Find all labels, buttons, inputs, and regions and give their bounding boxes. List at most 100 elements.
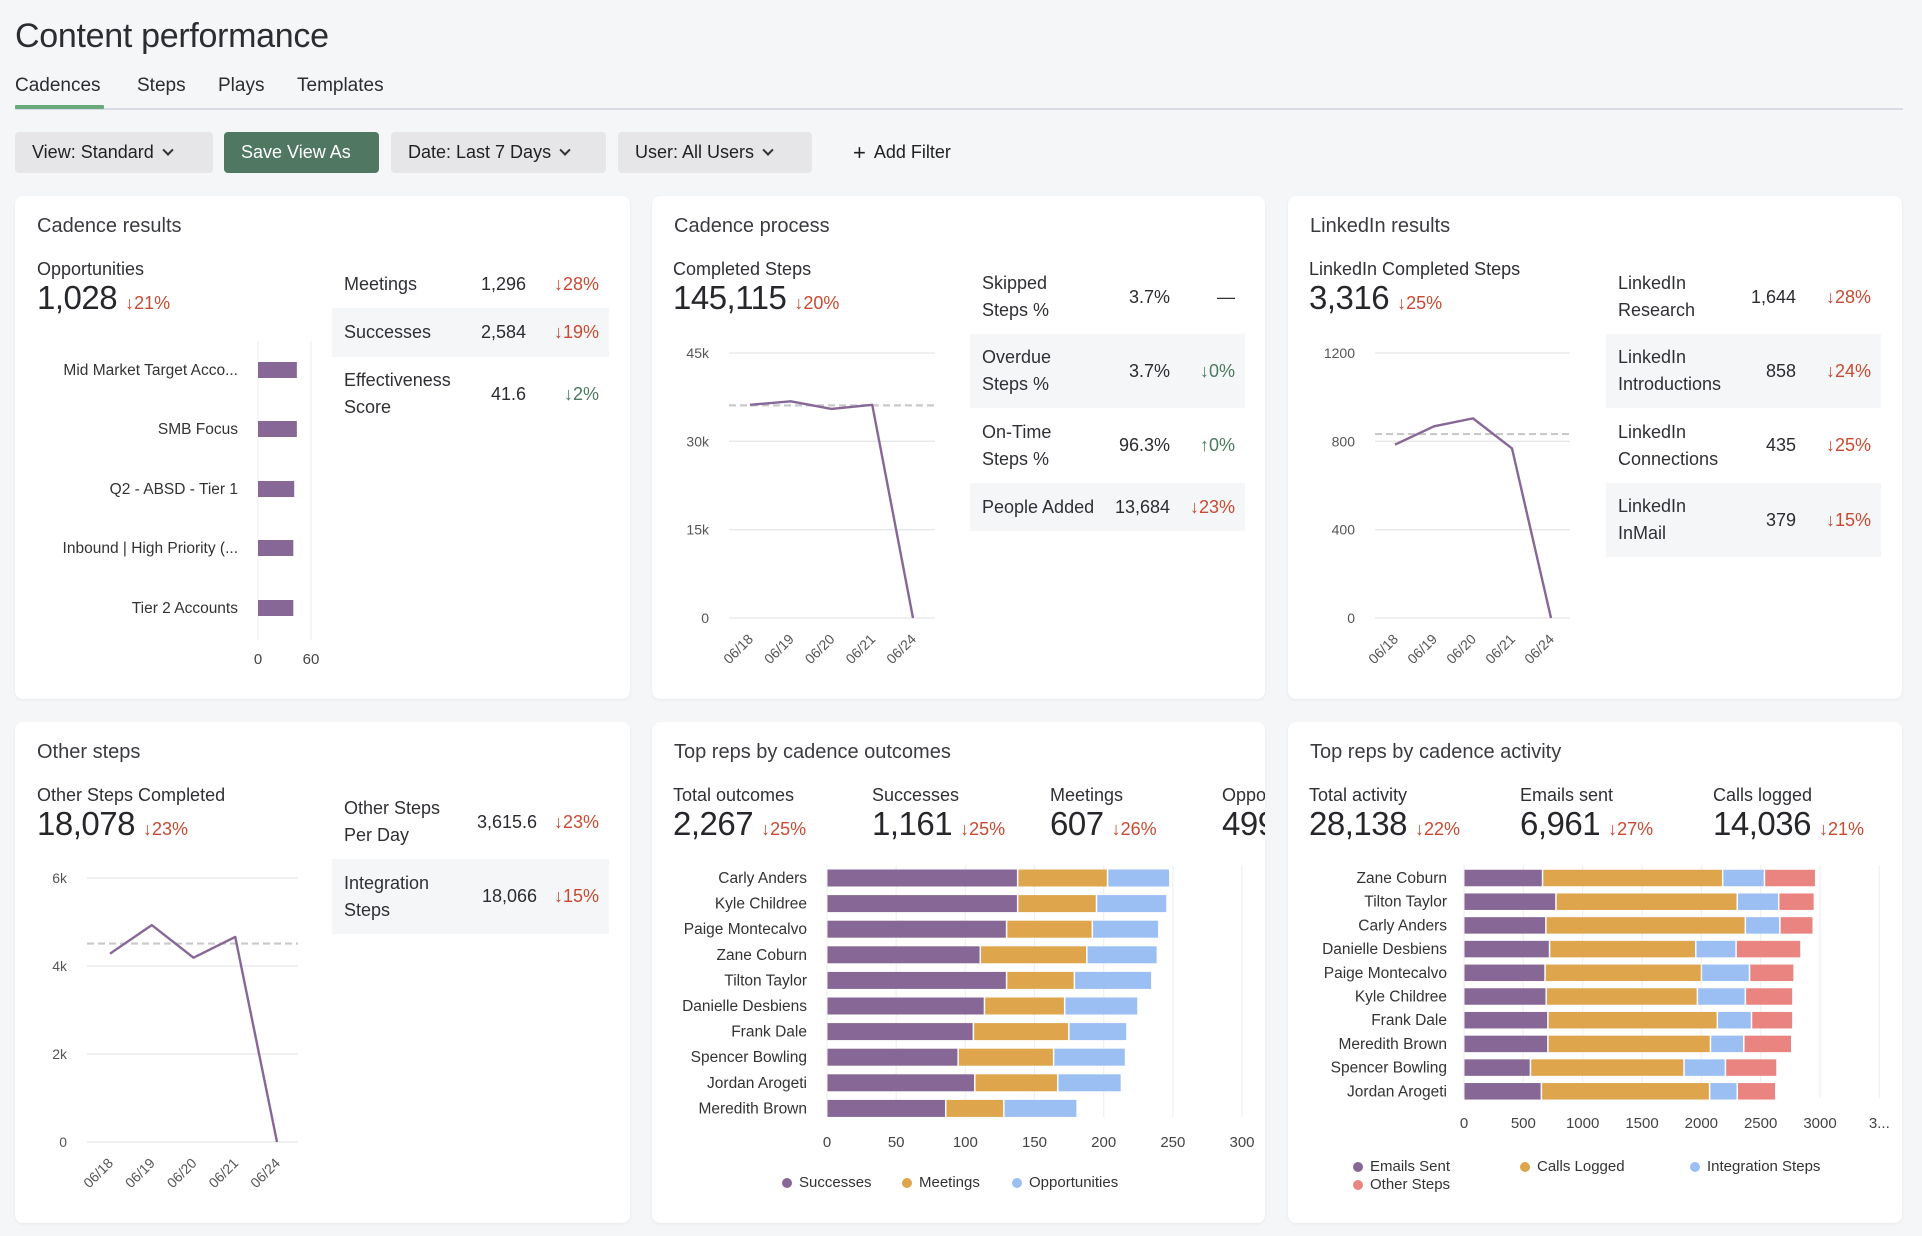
category-label: Frank Dale: [731, 1024, 807, 1041]
bar-segment: [1750, 964, 1794, 982]
bar-segment: [1736, 940, 1801, 958]
bar-segment: [1097, 895, 1167, 913]
bar-segment: [1531, 1059, 1684, 1076]
bar-segment: [1684, 1059, 1725, 1076]
series-line: [749, 400, 915, 619]
metric-row: LinkedIn Introductions 858 ↓24%: [1606, 334, 1881, 408]
legend-item[interactable]: Successes: [782, 1174, 872, 1191]
tab-cadences[interactable]: Cadences: [15, 75, 101, 97]
bar-segment: [1004, 1099, 1077, 1117]
category-label: Tilton Taylor: [724, 972, 807, 989]
metric-row: Skipped Steps % 3.7% —: [970, 260, 1245, 334]
metrics-table: Skipped Steps % 3.7% — Overdue Steps % 3.7% ↓…: [970, 260, 1245, 531]
legend-swatch-icon: [1353, 1179, 1363, 1190]
x-tick-label: 150: [1022, 1134, 1047, 1151]
date-dropdown-label: Date: Last 7 Days: [408, 142, 552, 162]
y-tick-label: 30k: [686, 433, 710, 449]
category-label: Mid Market Target Acco...: [63, 362, 238, 379]
x-tick-label: 1000: [1566, 1115, 1599, 1132]
legend-item[interactable]: Integration Steps: [1690, 1158, 1820, 1175]
category-label: Danielle Desbiens: [682, 998, 807, 1015]
legend-item[interactable]: Meetings: [902, 1174, 980, 1191]
date-dropdown[interactable]: Date: Last 7 Days: [391, 132, 606, 173]
legend-item[interactable]: Opportunities: [1012, 1174, 1118, 1191]
metric-value: 379: [1765, 509, 1796, 530]
legend-item[interactable]: Emails Sent: [1353, 1158, 1450, 1175]
y-tick-label: 0: [701, 610, 709, 626]
bar-segment: [1464, 893, 1556, 910]
y-tick-label: 45k: [686, 345, 710, 361]
bar-segment: [1075, 971, 1152, 989]
bar-segment: [1464, 964, 1545, 982]
bar-segment: [1746, 917, 1780, 934]
card-top-reps-activity: Top reps by cadence activity Total activ…: [1288, 722, 1902, 1223]
metric-value: 3.7%: [1128, 286, 1170, 307]
legend-label: Opportunities: [1029, 1174, 1119, 1191]
metric-row: LinkedIn InMail 379 ↓15%: [1606, 483, 1881, 557]
user-dropdown[interactable]: User: All Users: [618, 132, 812, 173]
metric-delta: ↓0%: [1199, 360, 1235, 381]
activity-stacked-bar-chart: 0 500 1000 1500 2000 2500 3000 3... Zane Coburn T…: [1322, 865, 1890, 1132]
legend-item[interactable]: Other Steps: [1353, 1176, 1450, 1193]
bar-segment: [1738, 893, 1778, 910]
bar-segment: [1546, 988, 1697, 1005]
bar-segment: [1018, 895, 1096, 913]
bar-segment: [827, 946, 980, 964]
bar-segment: [1548, 1035, 1710, 1053]
x-tick-label: 06/24: [883, 631, 919, 667]
category-label: Meredith Brown: [698, 1100, 807, 1117]
card-other-steps: Other steps Other Steps Completed 18,078…: [15, 722, 630, 1223]
bar-segment: [1007, 920, 1092, 938]
metric-delta: ↓23%: [1189, 496, 1235, 517]
bar-segment: [1702, 964, 1749, 982]
metric-label: People Added: [982, 496, 1095, 517]
category-label: Tilton Taylor: [1364, 894, 1447, 911]
metric-label: Overdue Steps %: [982, 347, 1052, 394]
x-tick-label: 06/24: [1521, 631, 1557, 667]
category-label: Tier 2 Accounts: [132, 600, 239, 617]
view-dropdown[interactable]: View: Standard: [15, 132, 213, 173]
bar-segment: [1542, 1083, 1709, 1100]
tab-steps[interactable]: Steps: [137, 75, 186, 97]
x-tick-label: 0: [823, 1134, 831, 1151]
bar-segment: [1550, 940, 1695, 958]
metric-value: 3,615.6: [476, 811, 537, 832]
legend-swatch-icon: [1520, 1161, 1530, 1172]
x-tick-label: 0: [254, 651, 262, 668]
bar-segment: [985, 997, 1064, 1015]
x-tick-label: 60: [303, 651, 320, 668]
tab-plays[interactable]: Plays: [218, 75, 264, 97]
bar-segment: [1752, 1011, 1793, 1029]
category-label: Jordan Arogeti: [1347, 1083, 1447, 1100]
metric-label: Effectiveness Score: [344, 370, 451, 417]
add-filter-button[interactable]: + Add Filter: [836, 132, 976, 173]
metric-label: LinkedIn InMail: [1618, 496, 1687, 543]
metric-row: LinkedIn Connections 435 ↓25%: [1606, 408, 1881, 483]
bar-segment: [1726, 1059, 1777, 1076]
bar: [258, 362, 297, 378]
x-tick-label: 250: [1160, 1134, 1185, 1151]
metric-label: Integration Steps: [344, 872, 430, 920]
metric-row: Integration Steps 18,066 ↓15%: [332, 859, 609, 934]
chevron-down-icon: [762, 144, 774, 156]
metric-delta: ↓19%: [553, 322, 599, 342]
metric-value: 1,644: [1750, 286, 1796, 307]
bar-segment: [1710, 1083, 1737, 1100]
legend-item[interactable]: Calls Logged: [1520, 1158, 1625, 1175]
bar-segment: [1007, 971, 1074, 989]
bar-segment: [827, 971, 1006, 989]
metric-delta: ↓2%: [563, 383, 599, 404]
save-view-as-button[interactable]: Save View As: [224, 132, 379, 173]
bar-segment: [1780, 917, 1813, 934]
metric-row: Effectiveness Score 41.6 ↓2%: [332, 357, 609, 431]
tab-templates[interactable]: Templates: [297, 75, 384, 97]
bar-segment: [1698, 988, 1745, 1005]
x-tick-label: 1500: [1625, 1115, 1658, 1132]
metric-row: Meetings 1,296 ↓28%: [332, 260, 609, 308]
x-tick-label: 06/20: [802, 631, 838, 667]
y-tick-label: 0: [1347, 610, 1355, 626]
bar-segment: [1464, 988, 1546, 1005]
bar-segment: [974, 1023, 1069, 1041]
x-tick-label: 06/18: [80, 1155, 116, 1191]
category-label: Kyle Childree: [715, 896, 807, 913]
